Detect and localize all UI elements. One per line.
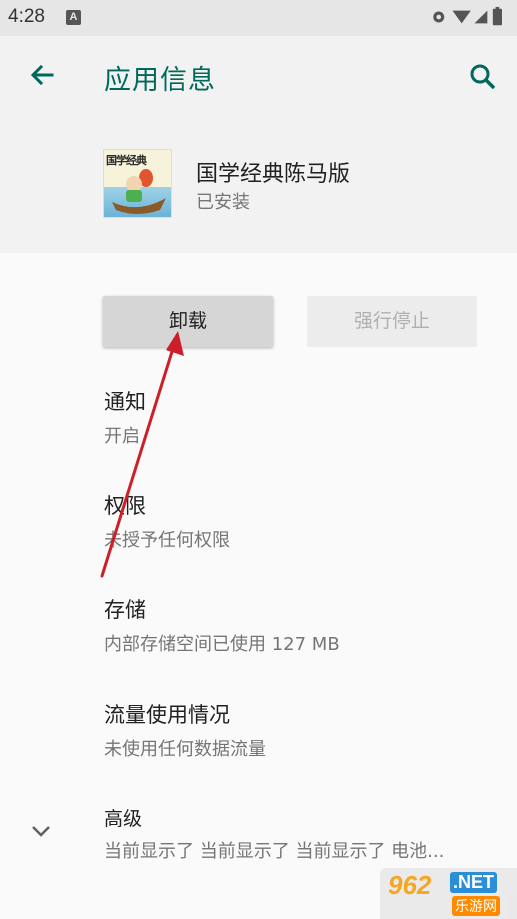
watermark-net: .NET xyxy=(450,872,498,893)
settings-gear-icon xyxy=(433,11,445,23)
list-item-notifications[interactable]: 通知 开启 xyxy=(104,386,504,448)
app-name: 国学经典陈马版 xyxy=(196,162,351,187)
list-item-data-usage[interactable]: 流量使用情况 未使用任何数据流量 xyxy=(104,699,504,761)
notification-a-icon: A xyxy=(66,10,81,25)
back-button[interactable] xyxy=(22,56,62,96)
status-time: 4:28 xyxy=(8,6,45,27)
expand-button[interactable] xyxy=(26,816,56,846)
advanced-subtitle: 当前显示了 当前显示了 当前显示了 电池... xyxy=(104,841,445,862)
arrow-back-icon xyxy=(30,64,54,86)
force-stop-button[interactable]: 强行停止 xyxy=(307,296,477,347)
watermark-logo: 962 .NET 乐游网 xyxy=(380,868,517,919)
list-item-advanced[interactable]: 高级 当前显示了 当前显示了 当前显示了 电池... xyxy=(104,804,504,863)
advanced-title: 高级 xyxy=(104,808,143,830)
permissions-subtitle: 未授予任何权限 xyxy=(104,530,230,551)
search-button[interactable] xyxy=(462,56,502,96)
app-header: 应用信息 国学经典 国学经典陈马版 已安装 xyxy=(0,36,517,253)
data-usage-title: 流量使用情况 xyxy=(104,703,230,727)
search-icon xyxy=(470,64,496,90)
watermark-site-name: 乐游网 xyxy=(452,896,500,916)
battery-icon xyxy=(492,6,502,26)
storage-subtitle: 内部存储空间已使用 127 MB xyxy=(104,634,340,655)
wifi-icon xyxy=(452,10,471,24)
notifications-title: 通知 xyxy=(104,390,146,414)
data-usage-subtitle: 未使用任何数据流量 xyxy=(104,739,266,760)
app-icon-illustration xyxy=(112,169,166,214)
permissions-title: 权限 xyxy=(104,494,146,518)
storage-title: 存储 xyxy=(104,598,146,622)
cellular-signal-icon xyxy=(474,10,488,24)
chevron-down-icon xyxy=(32,826,50,837)
app-icon: 国学经典 xyxy=(103,149,172,218)
page-title: 应用信息 xyxy=(104,65,216,96)
app-install-status: 已安装 xyxy=(196,192,250,213)
uninstall-button[interactable]: 卸载 xyxy=(103,296,273,347)
status-icons xyxy=(433,6,502,26)
notifications-subtitle: 开启 xyxy=(104,426,140,447)
status-bar: 4:28 A xyxy=(0,0,517,36)
list-item-permissions[interactable]: 权限 未授予任何权限 xyxy=(104,490,504,552)
list-item-storage[interactable]: 存储 内部存储空间已使用 127 MB xyxy=(104,594,504,656)
watermark-962: 962 xyxy=(388,870,432,900)
